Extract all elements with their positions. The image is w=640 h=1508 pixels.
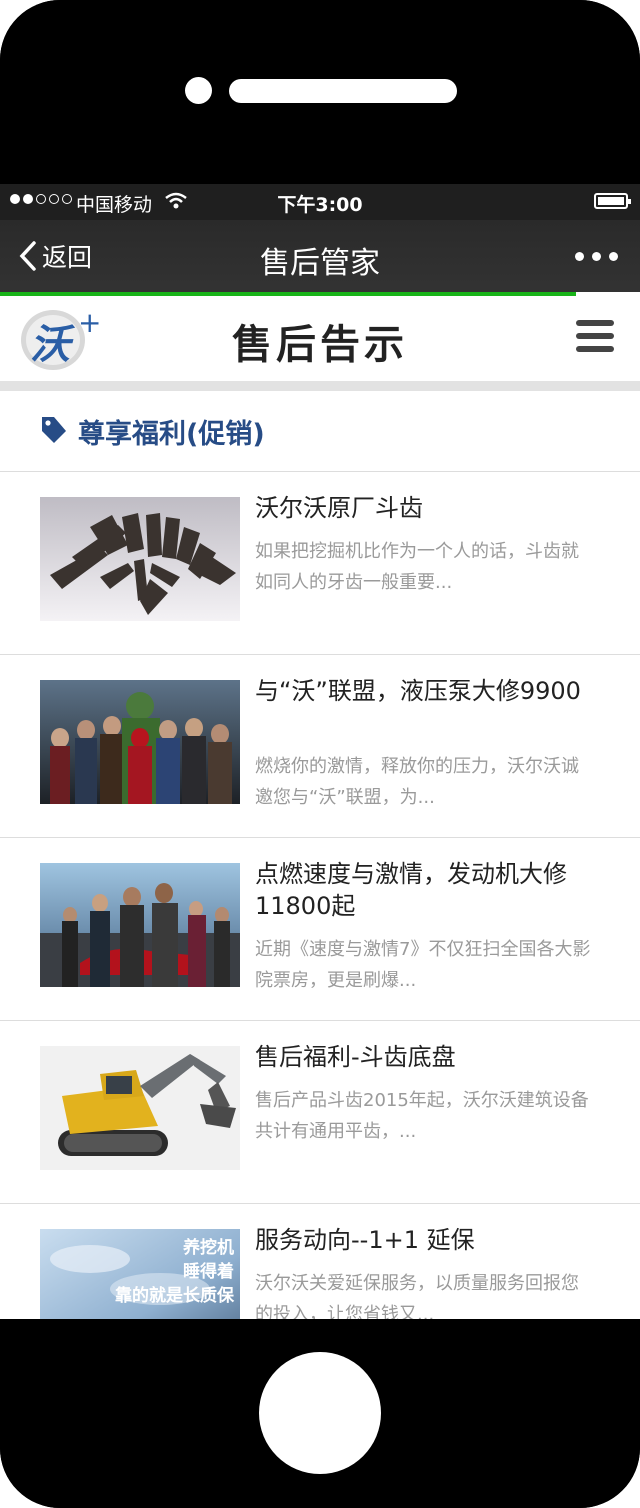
menu-icon[interactable]: [576, 320, 614, 356]
item-description: 燃烧你的激情，释放你的压力，沃尔沃诚邀您与“沃”联盟，为...: [255, 756, 579, 808]
list-item[interactable]: 点燃速度与激情，发动机大修11800起 近期《速度与激情7》不仅狂扫全国各大影院…: [0, 838, 640, 1021]
nav-bar: 返回 售后管家: [0, 220, 640, 294]
fast-furious-poster-image: [40, 863, 240, 987]
item-title: 与“沃”联盟，液压泵大修9900: [255, 677, 581, 705]
bucket-teeth-image: [40, 497, 240, 621]
svg-text:靠的就是长质保: 靠的就是长质保: [115, 1285, 235, 1306]
list-item[interactable]: 与“沃”联盟，液压泵大修9900 燃烧你的激情，释放你的压力，沃尔沃诚邀您与“沃…: [0, 655, 640, 838]
camera: [185, 77, 212, 104]
item-description: 沃尔沃关爱延保服务，以质量服务回报您的投入，让您省钱又...: [255, 1273, 579, 1319]
item-title: 售后福利-斗齿底盘: [255, 1043, 456, 1071]
list-item[interactable]: 沃尔沃原厂斗齿 如果把挖掘机比作为一个人的话，斗齿就如同人的牙齿一般重要...: [0, 472, 640, 655]
status-bar: 中国移动 下午3:00: [0, 184, 640, 220]
list-item[interactable]: 售后福利-斗齿底盘 售后产品斗齿2015年起，沃尔沃建筑设备共计有通用平齿，..…: [0, 1021, 640, 1204]
svg-text:睡得着: 睡得着: [183, 1261, 234, 1282]
site-header: 沃 + 售后告示: [0, 296, 640, 391]
avengers-poster-image: [40, 680, 240, 804]
home-button[interactable]: [259, 1352, 381, 1474]
top-bezel: [0, 0, 640, 184]
tag-icon: [42, 417, 66, 443]
list-item[interactable]: 养挖机 睡得着 靠的就是长质保 服务动向--1+1 延保 沃尔沃关爱延保服务，以…: [0, 1204, 640, 1319]
item-description: 售后产品斗齿2015年起，沃尔沃建筑设备共计有通用平齿，...: [255, 1090, 589, 1142]
section-title: 尊享福利(促销): [78, 419, 265, 450]
item-title: 沃尔沃原厂斗齿: [255, 494, 423, 522]
status-time: 下午3:00: [277, 194, 363, 216]
speaker: [229, 79, 457, 103]
screen: 中国移动 下午3:00 返回 售后管家 沃 + 售后告示 尊享福利(促销) 沃尔…: [0, 184, 640, 1319]
excavator-image: [40, 1046, 240, 1170]
item-title: 点燃速度与激情，发动机大修11800起: [255, 860, 567, 920]
item-description: 近期《速度与激情7》不仅狂扫全国各大影院票房，更是刷爆...: [255, 939, 591, 991]
battery-icon: [594, 193, 631, 209]
item-description: 如果把挖掘机比作为一个人的话，斗齿就如同人的牙齿一般重要...: [255, 541, 579, 593]
item-title: 服务动向--1+1 延保: [255, 1226, 475, 1254]
bottom-bezel: [0, 1319, 640, 1508]
svg-text:养挖机: 养挖机: [182, 1237, 234, 1258]
extended-warranty-image: 养挖机 睡得着 靠的就是长质保: [40, 1229, 240, 1319]
promo-list: 沃尔沃原厂斗齿 如果把挖掘机比作为一个人的话，斗齿就如同人的牙齿一般重要...: [0, 472, 640, 1319]
section-header: 尊享福利(促销): [0, 391, 640, 472]
phone-frame: 中国移动 下午3:00 返回 售后管家 沃 + 售后告示 尊享福利(促销) 沃尔…: [0, 0, 640, 1508]
nav-title: 售后管家: [260, 246, 380, 281]
more-options-icon[interactable]: [575, 252, 618, 261]
site-title: 售后告示: [232, 321, 408, 368]
